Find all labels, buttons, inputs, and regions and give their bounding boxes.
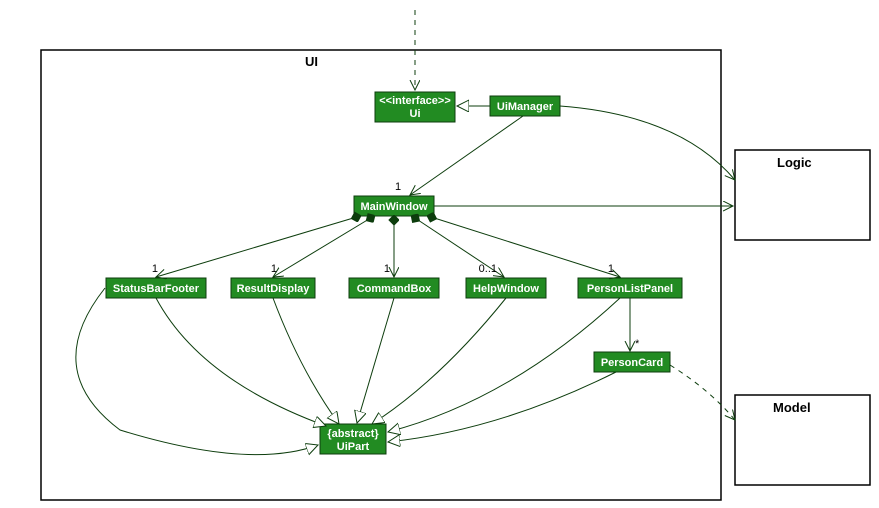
person-card-label: PersonCard (601, 357, 663, 369)
gen-mw-uipart-left (76, 288, 318, 455)
assoc-uimanager-mainwindow (410, 116, 523, 195)
command-box-label: CommandBox (357, 283, 432, 295)
class-person-list-panel: PersonListPanel (578, 278, 682, 298)
class-result-display: ResultDisplay (231, 278, 315, 298)
mult-rd: 1 (271, 263, 277, 275)
class-help-window: HelpWindow (466, 278, 546, 298)
ui-part-name: UiPart (337, 441, 370, 453)
gen-sbf-uipart (156, 298, 326, 426)
ui-part-stereotype: {abstract} (327, 428, 379, 440)
help-window-label: HelpWindow (473, 283, 539, 295)
ui-interface-name: Ui (410, 108, 421, 120)
package-logic-label: Logic (777, 155, 812, 170)
class-status-bar-footer: StatusBarFooter (106, 278, 206, 298)
status-bar-footer-label: StatusBarFooter (113, 283, 200, 295)
mult-pc: * (635, 338, 640, 350)
dep-personcard-model (670, 365, 735, 420)
package-model-label: Model (773, 400, 811, 415)
assoc-uimanager-logic (560, 106, 735, 180)
gen-pc-uipart (388, 372, 616, 442)
class-ui-part: {abstract} UiPart (320, 424, 386, 454)
class-ui-manager: UiManager (490, 96, 560, 116)
comp-mw-resultdisplay (273, 216, 374, 277)
ui-interface-stereotype: <<interface>> (379, 95, 451, 107)
mult-plp: 1 (608, 263, 614, 275)
mult-hw: 0..1 (479, 263, 497, 275)
mult-sbf: 1 (152, 263, 158, 275)
gen-cb-uipart (357, 298, 394, 423)
person-list-panel-label: PersonListPanel (587, 283, 673, 295)
gen-hw-uipart (372, 298, 506, 424)
package-ui-label: UI (305, 54, 318, 69)
class-person-card: PersonCard (594, 352, 670, 372)
class-main-window: MainWindow (354, 196, 434, 216)
gen-plp-uipart (388, 298, 620, 432)
ui-manager-label: UiManager (497, 101, 554, 113)
result-display-label: ResultDisplay (237, 283, 311, 295)
class-command-box: CommandBox (349, 278, 439, 298)
class-ui-interface: <<interface>> Ui (375, 92, 455, 122)
comp-mw-personlistpanel (428, 216, 620, 277)
mult-cb: 1 (384, 263, 390, 275)
main-window-label: MainWindow (360, 201, 428, 213)
mult-uimanager-mainwindow: 1 (395, 181, 401, 193)
gen-rd-uipart (273, 298, 339, 424)
comp-mw-statusbarfooter (156, 216, 360, 277)
